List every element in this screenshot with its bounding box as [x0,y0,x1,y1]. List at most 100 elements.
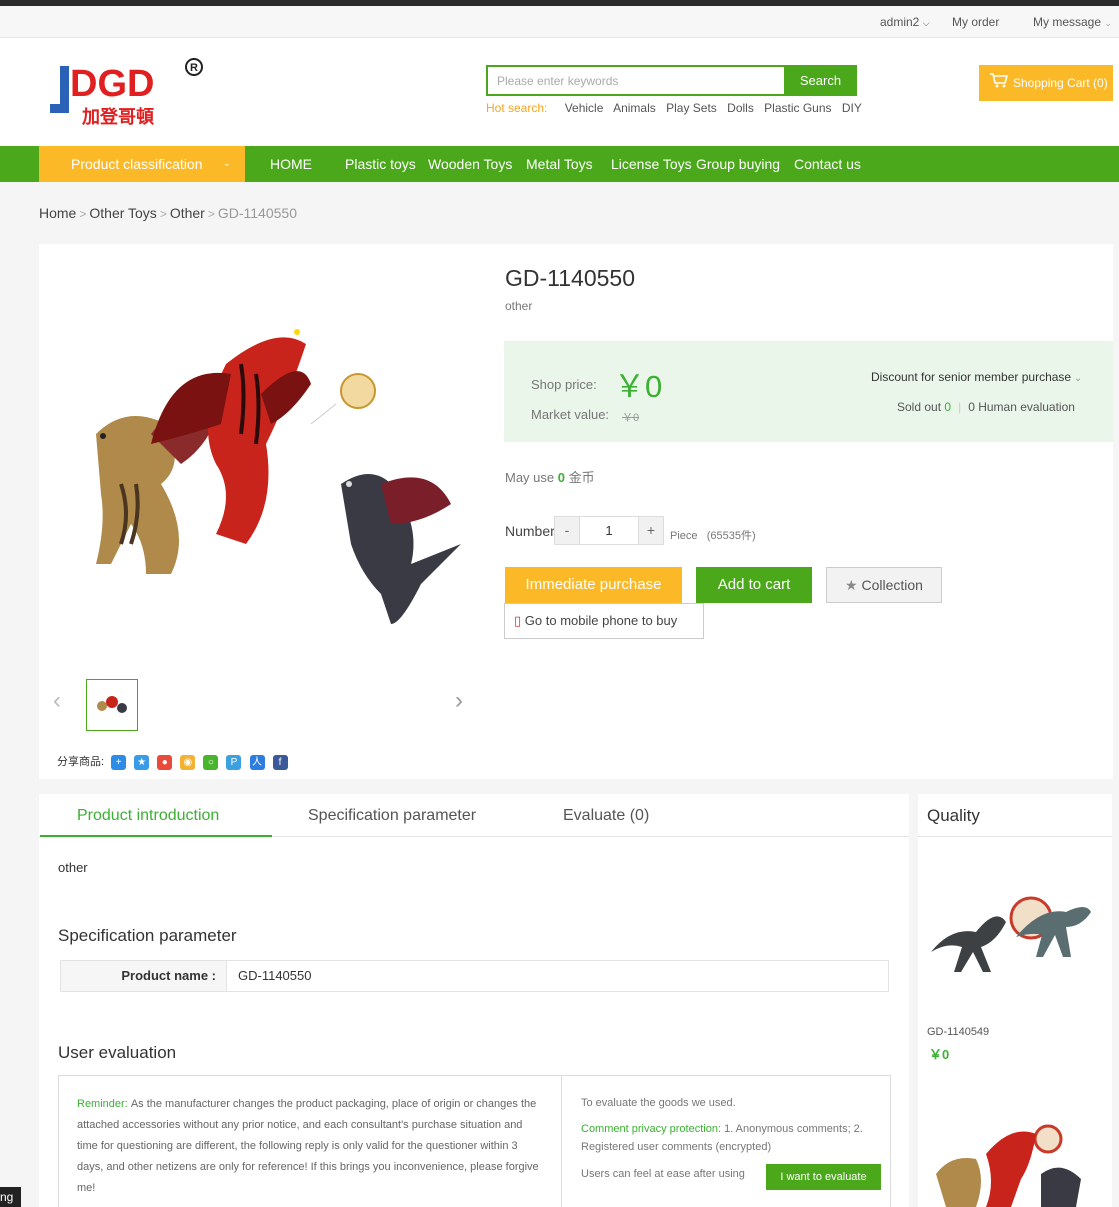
share-tencent-icon[interactable]: P [226,754,242,770]
details-panel: Product introduction Specification param… [39,794,909,1207]
top-utility-bar: admin2 ⌵ My order My message ⌄ [0,6,1119,38]
add-to-cart-button[interactable]: Add to cart [696,567,812,603]
nav-license-toys[interactable]: License Toys [611,146,692,182]
my-message-link[interactable]: My message ⌄ [1033,15,1112,29]
product-subtitle: other [505,299,533,313]
may-use-unit: 金币 [568,470,595,485]
evaluation-reminder: Reminder: As the manufacturer changes th… [59,1076,562,1207]
product-main-image[interactable] [61,284,461,624]
may-use-value: 0 [557,470,565,485]
immediate-purchase-button[interactable]: Immediate purchase [505,567,682,603]
nav-home[interactable]: HOME [270,146,312,182]
reminder-text: As the manufacturer changes the product … [77,1098,539,1194]
quantity-unit: Piece (65535件) [670,527,756,543]
quantity-increment-button[interactable]: + [638,516,664,545]
breadcrumb-other[interactable]: Other [170,205,205,221]
hot-keyword-animals[interactable]: Animals [613,101,656,115]
user-evaluation-heading: User evaluation [58,1043,177,1062]
breadcrumb-home[interactable]: Home [39,205,76,221]
sidebar-heading: Quality [918,794,1112,837]
product-thumbnail[interactable] [86,679,138,731]
hot-search: Hot search: Vehicle Animals Play Sets Do… [486,101,869,115]
sidebar-product-image[interactable] [926,892,1094,982]
evaluation-box: Reminder: As the manufacturer changes th… [58,1075,891,1207]
chevron-down-icon: ⌵ [922,18,930,28]
sales-stats: Sold out 0 | 0 Human evaluation [897,400,1075,414]
hot-keyword-plastic-guns[interactable]: Plastic Guns [764,101,831,115]
star-icon: ★ [845,577,858,593]
share-wechat-icon[interactable]: ○ [203,754,219,770]
hot-search-label: Hot search: [486,101,548,115]
unit-label: Piece [670,530,698,542]
share-weibo-icon[interactable]: ● [157,754,173,770]
tab-specification-parameter[interactable]: Specification parameter [308,807,476,825]
header: DGD R 加登哥頓 Please enter keywords Search … [0,38,1119,146]
mobile-buy-button[interactable]: ▯ Go to mobile phone to buy [504,603,704,639]
svg-text:DGD: DGD [70,63,154,105]
nav-metal-toys[interactable]: Metal Toys [526,146,593,182]
share-qq-icon[interactable]: ◉ [180,754,196,770]
eval-intro: To evaluate the goods we used. [581,1097,736,1109]
my-message-label: My message [1033,15,1102,29]
sold-label: Sold out [897,400,942,414]
hot-keyword-vehicle[interactable]: Vehicle [565,101,604,115]
quality-sidebar: Quality GD-1140549 ￥0 [918,794,1112,1207]
search-input[interactable]: Please enter keywords [486,65,784,96]
share-qzone-icon[interactable]: ★ [134,754,150,770]
chevron-down-icon: ⌄ [222,158,231,169]
breadcrumb: Home > Other Toys > Other > GD-1140550 [39,205,297,221]
chevron-down-icon: ⌄ [1071,373,1083,384]
privacy-note: Comment privacy protection: 1. Anonymous… [581,1120,876,1156]
tab-evaluate[interactable]: Evaluate (0) [563,807,649,825]
share-more-icon[interactable]: + [111,754,127,770]
sidebar-product-name[interactable]: GD-1140549 [927,1026,989,1038]
cart-label: Shopping Cart (0) [1013,76,1108,90]
quantity-decrement-button[interactable]: - [554,516,580,545]
chevron-down-icon: ⌄ [1104,18,1112,28]
may-use-label: May use [505,470,555,485]
category-label: Product classification [71,156,203,172]
brand-logo[interactable]: DGD R 加登哥頓 [48,56,208,128]
discount-dropdown[interactable]: Discount for senior member purchase ⌄ [871,370,1082,384]
details-tabbar: Product introduction Specification param… [39,794,909,837]
write-evaluation-button[interactable]: I want to evaluate [766,1164,881,1190]
number-label: Number [505,523,555,539]
collection-button[interactable]: ★ Collection [826,567,942,603]
collection-label: Collection [861,577,923,593]
evaluation-count[interactable]: 0 Human evaluation [968,400,1075,414]
share-facebook-icon[interactable]: f [272,754,288,770]
sold-count: 0 [944,400,952,414]
tab-product-introduction[interactable]: Product introduction [77,807,219,825]
breadcrumb-other-toys[interactable]: Other Toys [89,205,156,221]
product-introduction-text: other [58,860,88,875]
price-box: Shop price: ￥0 Market value: ￥0 Discount… [504,341,1113,442]
spec-key: Product name : [61,961,227,991]
chevron-left-icon[interactable]: ‹ [53,687,61,715]
hot-keyword-diy[interactable]: DIY [842,101,862,115]
share-renren-icon[interactable]: 人 [249,754,265,770]
nav-wooden-toys[interactable]: Wooden Toys [428,146,512,182]
my-order-link[interactable]: My order [952,15,999,29]
breadcrumb-current: GD-1140550 [217,205,297,221]
floating-side-tab[interactable]: ng [0,1187,21,1207]
chevron-right-icon: > [159,207,167,221]
nav-group-buying[interactable]: Group buying [696,146,780,182]
shop-price: ￥0 [614,369,663,404]
sidebar-product-image-2[interactable] [926,1114,1094,1207]
active-tab-indicator [40,835,272,837]
search-button[interactable]: Search [784,65,857,96]
quantity-input[interactable]: 1 [580,516,638,545]
chevron-right-icon: > [79,207,87,221]
nav-plastic-toys[interactable]: Plastic toys [345,146,416,182]
product-classification-menu[interactable]: Product classification ⌄ [39,146,245,182]
dragon-illustration-right [341,474,461,624]
chevron-right-icon[interactable]: › [455,687,463,715]
shopping-cart-button[interactable]: Shopping Cart (0) [979,65,1113,101]
spec-row: Product name : GD-1140550 [60,960,889,992]
hot-keyword-dolls[interactable]: Dolls [727,101,754,115]
user-menu[interactable]: admin2 ⌵ [880,15,930,29]
svg-text:R: R [190,62,198,74]
nav-contact-us[interactable]: Contact us [794,146,861,182]
logo-chinese-text: 加登哥頓 [81,106,154,128]
hot-keyword-play-sets[interactable]: Play Sets [666,101,717,115]
